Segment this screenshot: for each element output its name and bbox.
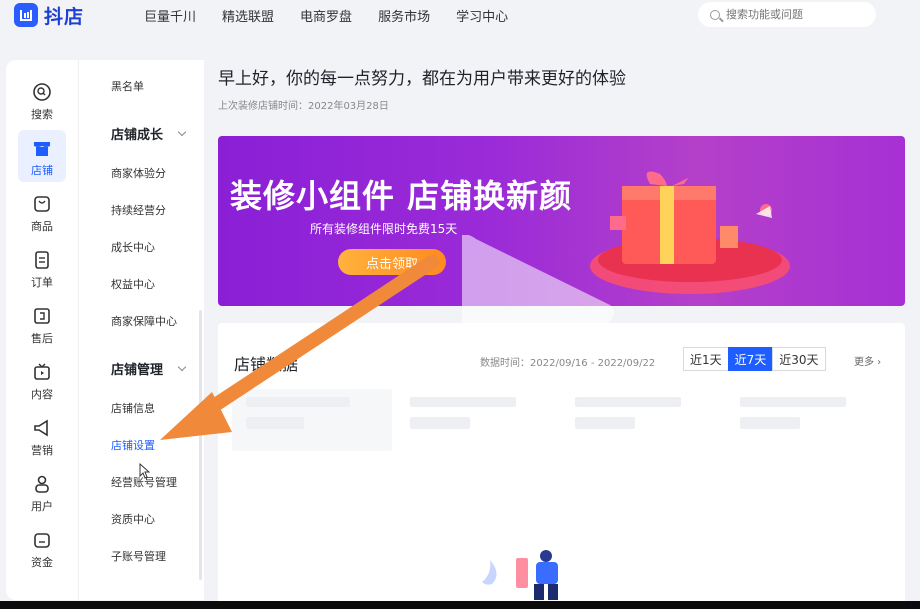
last-decoration-time: 上次装修店铺时间：2022年03月28日 — [218, 101, 389, 112]
submenu-group-growth[interactable]: 店铺成长 — [111, 124, 187, 143]
more-link[interactable]: 更多 › — [854, 353, 881, 368]
banner-subtitle: 所有装修组件限时免费15天 — [310, 222, 458, 236]
submenu-item-shop-info[interactable]: 店铺信息 — [111, 400, 155, 416]
rail-item-product[interactable]: 商品 — [6, 194, 78, 234]
loading-placeholder — [740, 417, 800, 429]
submenu-item-guarantee-center[interactable]: 商家保障中心 — [111, 313, 177, 329]
loading-placeholder — [575, 417, 635, 429]
logo-text: 抖店 — [44, 5, 85, 28]
app-logo[interactable]: 抖店 — [14, 2, 84, 29]
loading-placeholder — [410, 397, 516, 407]
loading-placeholder — [740, 397, 846, 407]
rail-item-funds[interactable]: 资金 — [6, 530, 78, 570]
rail-item-marketing[interactable]: 营销 — [6, 418, 78, 458]
topnav-item-compass[interactable]: 电商罗盘 — [300, 6, 352, 25]
submenu-item-experience-score[interactable]: 商家体验分 — [111, 165, 166, 181]
loading-placeholder — [410, 417, 470, 429]
rail-item-shop[interactable]: 店铺 — [6, 130, 78, 182]
rail-item-content[interactable]: 内容 — [6, 362, 78, 402]
user-icon — [35, 475, 49, 493]
rail-item-search[interactable]: 搜索 — [6, 82, 78, 122]
card-title: 店铺数据 — [234, 355, 299, 374]
banner-title: 装修小组件 店铺换新颜 — [230, 177, 573, 215]
sub-menu: 黑名单 店铺成长 商家体验分 持续经营分 成长中心 权益中心 商家保障中心 店铺… — [78, 60, 204, 600]
more-label: 更多 — [854, 357, 874, 368]
group-label: 店铺管理 — [111, 363, 164, 378]
submenu-group-management[interactable]: 店铺管理 — [111, 359, 187, 378]
loading-placeholder — [246, 417, 304, 429]
page-greeting: 早上好，你的每一点努力，都在为用户带来更好的体验 — [218, 69, 626, 89]
play-icon[interactable] — [460, 235, 620, 325]
tab-30-days[interactable]: 近30天 — [772, 347, 826, 371]
logo-icon — [14, 3, 38, 27]
rail-label: 店铺 — [31, 164, 53, 177]
video-bottom-bar — [0, 601, 920, 609]
person-illustration — [482, 550, 558, 600]
data-time: 数据时间：2022/09/16 - 2022/09/22 — [480, 358, 656, 369]
search-icon — [710, 9, 720, 20]
submenu-scrollbar[interactable] — [199, 310, 202, 580]
rail-label: 资金 — [31, 556, 53, 569]
topnav-item-market[interactable]: 服务市场 — [378, 6, 430, 25]
search-input[interactable] — [726, 8, 866, 21]
product-icon — [34, 196, 50, 212]
rail-label: 营销 — [31, 444, 53, 457]
tab-7-days[interactable]: 近7天 — [727, 347, 774, 371]
content-icon — [34, 363, 50, 380]
tab-1-day[interactable]: 近1天 — [683, 347, 729, 371]
cursor-icon — [139, 463, 150, 479]
search-box[interactable] — [698, 2, 876, 27]
wallet-icon — [34, 533, 50, 548]
megaphone-icon — [34, 419, 48, 437]
aftersale-icon — [34, 308, 50, 324]
submenu-item-operation-score[interactable]: 持续经营分 — [111, 202, 166, 218]
rail-label: 售后 — [31, 332, 53, 345]
order-icon — [35, 251, 49, 269]
loading-placeholder — [575, 397, 681, 407]
rail-item-user[interactable]: 用户 — [6, 474, 78, 514]
range-tabs: 近1天 近7天 近30天 — [683, 347, 826, 371]
top-nav: 巨量千川 精选联盟 电商罗盘 服务市场 学习中心 — [144, 6, 534, 25]
loading-placeholder — [246, 397, 350, 407]
rail-item-aftersale[interactable]: 售后 — [6, 306, 78, 346]
submenu-item-shop-settings[interactable]: 店铺设置 — [111, 437, 155, 453]
rail-label: 订单 — [31, 276, 53, 289]
submenu-item-growth-center[interactable]: 成长中心 — [111, 239, 155, 255]
submenu-item-rights-center[interactable]: 权益中心 — [111, 276, 155, 292]
rail-label: 商品 — [31, 220, 53, 233]
submenu-item-sub-accounts[interactable]: 子账号管理 — [111, 548, 166, 564]
chevron-down-icon — [177, 362, 187, 371]
submenu-item-qualification[interactable]: 资质中心 — [111, 511, 155, 527]
rail-label: 搜索 — [31, 108, 53, 121]
topnav-item-qianchuan[interactable]: 巨量千川 — [144, 6, 196, 25]
topnav-item-alliance[interactable]: 精选联盟 — [222, 6, 274, 25]
group-label: 店铺成长 — [111, 128, 164, 143]
submenu-item-blacklist[interactable]: 黑名单 — [111, 78, 144, 94]
claim-button[interactable]: 点击领取 — [338, 249, 446, 275]
search-icon — [33, 83, 51, 101]
topnav-item-learning[interactable]: 学习中心 — [456, 6, 508, 25]
rail-label: 用户 — [31, 500, 53, 513]
top-bar: 抖店 巨量千川 精选联盟 电商罗盘 服务市场 学习中心 — [0, 0, 920, 30]
shop-icon — [34, 142, 50, 156]
chevron-down-icon — [177, 127, 187, 136]
rail-item-order[interactable]: 订单 — [6, 250, 78, 290]
left-rail: 搜索 店铺 商品 订单 售后 内容 营销 用户 资金 — [6, 60, 78, 600]
rail-label: 内容 — [31, 388, 53, 401]
